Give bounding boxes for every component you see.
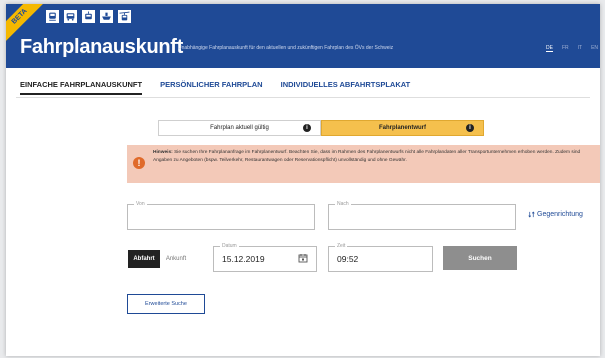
- transport-icons: [46, 10, 131, 23]
- main-tabs: EINFACHE FAHRPLANAUSKUNFT PERSÖNLICHER F…: [20, 80, 410, 95]
- extended-search-button[interactable]: Erweiterte Suche: [127, 294, 205, 314]
- warning-icon: !: [133, 157, 145, 169]
- time-label: Zeit: [335, 243, 348, 250]
- date-input[interactable]: 15.12.2019: [222, 254, 265, 264]
- info-icon[interactable]: i: [303, 124, 311, 132]
- departure-button[interactable]: Abfahrt: [128, 250, 160, 268]
- ship-icon: [100, 10, 113, 23]
- language-de[interactable]: DE: [546, 45, 553, 52]
- language-it[interactable]: IT: [578, 45, 582, 52]
- language-fr[interactable]: FR: [562, 45, 569, 52]
- app-window: BETA Fahrplanauskunft Unabhängige Fahrpl…: [6, 4, 600, 356]
- tab-departure-poster[interactable]: INDIVIDUELLES ABFAHRTSPLAKAT: [281, 80, 411, 95]
- toggle-draft-label: Fahrplanentwurf: [378, 125, 426, 131]
- swap-arrows-icon: [528, 211, 535, 218]
- timetable-toggle: Fahrplan aktuell gültig i Fahrplanentwur…: [158, 120, 484, 136]
- notice-text: Hinweis: Sie suchen Ihre Fahrplananfrage…: [153, 149, 584, 165]
- draft-notice: ! Hinweis: Sie suchen Ihre Fahrplananfra…: [127, 145, 600, 183]
- language-switcher: DE FR IT EN: [546, 45, 598, 52]
- cableway-icon: [118, 10, 131, 23]
- train-icon: [46, 10, 59, 23]
- from-label: Von: [134, 201, 147, 208]
- time-input[interactable]: 09:52: [337, 254, 358, 264]
- swap-direction-button[interactable]: Gegenrichtung: [528, 211, 583, 218]
- departure-arrival-toggle: Abfahrt Ankunft: [128, 250, 192, 268]
- language-en[interactable]: EN: [591, 45, 598, 52]
- swap-label: Gegenrichtung: [537, 211, 583, 218]
- tram-icon: [82, 10, 95, 23]
- search-button[interactable]: Suchen: [443, 246, 517, 270]
- notice-strong: Hinweis:: [153, 150, 173, 155]
- from-field[interactable]: Von: [127, 201, 315, 230]
- notice-body: Sie suchen Ihre Fahrplananfrage im Fahrp…: [153, 150, 581, 163]
- toggle-current-timetable[interactable]: Fahrplan aktuell gültig i: [158, 120, 321, 136]
- to-field[interactable]: Nach: [328, 201, 516, 230]
- date-label: Datum: [220, 243, 239, 250]
- to-label: Nach: [335, 201, 351, 208]
- arrival-button[interactable]: Ankunft: [160, 250, 192, 268]
- app-subtitle: Unabhängige Fahrplanauskunft für den akt…: [178, 45, 394, 51]
- date-field[interactable]: Datum 15.12.2019: [213, 243, 317, 272]
- app-title: Fahrplanauskunft: [20, 36, 183, 58]
- toggle-current-label: Fahrplan aktuell gültig: [210, 125, 269, 131]
- calendar-icon[interactable]: [298, 253, 308, 263]
- bus-icon: [64, 10, 77, 23]
- info-icon[interactable]: i: [466, 124, 474, 132]
- header-bar: BETA Fahrplanauskunft Unabhängige Fahrpl…: [6, 4, 600, 68]
- time-field[interactable]: Zeit 09:52: [328, 243, 433, 272]
- toggle-draft-timetable[interactable]: Fahrplanentwurf i: [321, 120, 484, 136]
- tab-divider: [16, 97, 590, 98]
- tab-personal-timetable[interactable]: PERSÖNLICHER FAHRPLAN: [160, 80, 263, 95]
- tab-simple-timetable[interactable]: EINFACHE FAHRPLANAUSKUNFT: [20, 80, 143, 95]
